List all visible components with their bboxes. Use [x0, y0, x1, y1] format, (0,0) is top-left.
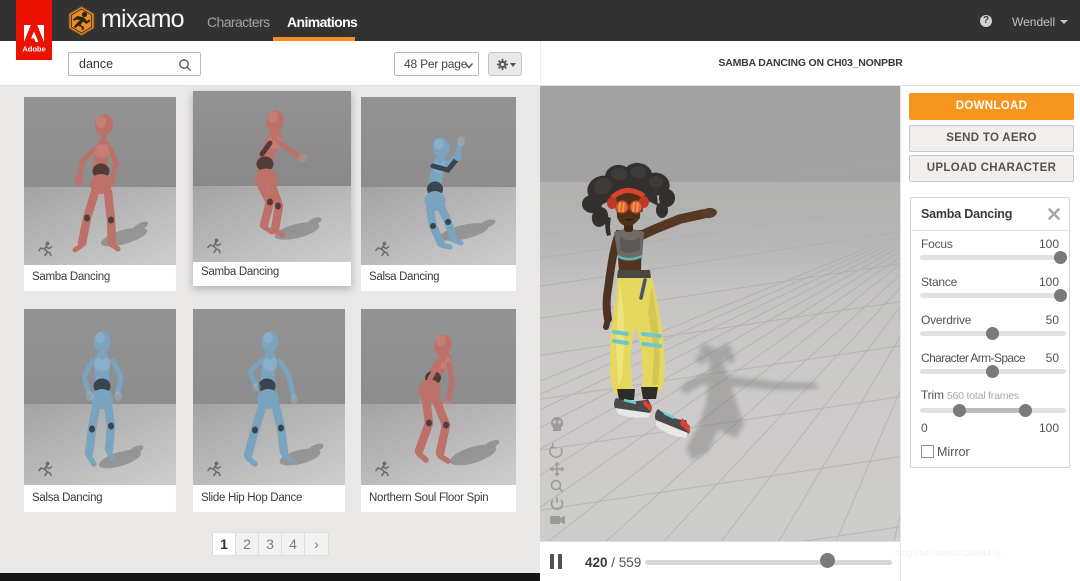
svg-text:Adobe: Adobe	[22, 45, 45, 54]
